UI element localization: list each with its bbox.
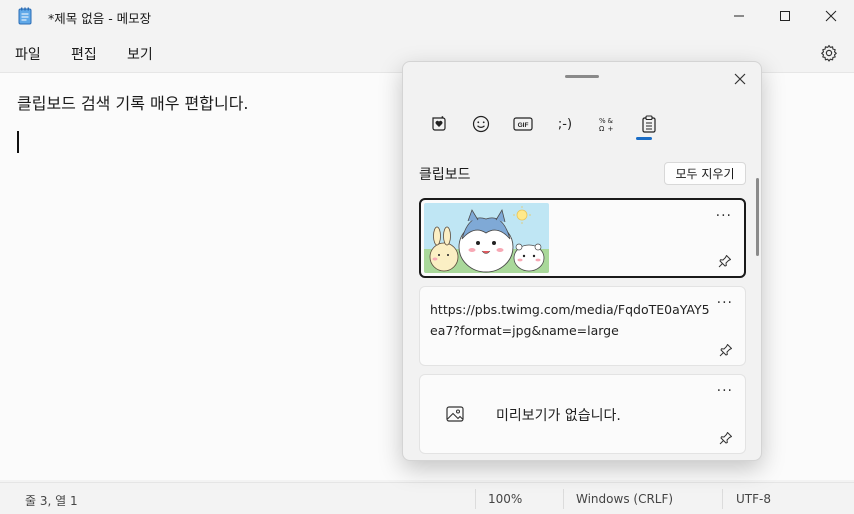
tab-kaomoji[interactable]: ;-)	[549, 110, 581, 138]
item-more-button[interactable]: ···	[717, 383, 733, 399]
drag-handle[interactable]	[565, 75, 599, 78]
status-bar: 줄 3, 열 1 100% Windows (CRLF) UTF-8	[0, 482, 854, 514]
image-placeholder-icon	[446, 406, 464, 422]
scrollbar-thumb[interactable]	[756, 178, 759, 256]
editor-text: 클립보드 검색 기록 매우 편합니다.	[17, 94, 249, 113]
clear-all-button[interactable]: 모두 지우기	[664, 162, 746, 185]
close-icon	[734, 73, 746, 85]
clipboard-image-thumbnail	[424, 203, 549, 273]
clipboard-item-no-preview[interactable]: 미리보기가 없습니다. ···	[419, 374, 746, 454]
panel-close-button[interactable]	[729, 68, 751, 90]
menu-file[interactable]: 파일	[15, 44, 41, 64]
svg-text:&: &	[608, 117, 614, 125]
menu-edit[interactable]: 편집	[71, 44, 97, 64]
tab-emoji[interactable]	[465, 110, 497, 138]
title-bar: *제목 없음 - 메모장	[0, 0, 854, 32]
pin-icon[interactable]	[719, 343, 733, 357]
svg-text:Ω: Ω	[599, 125, 605, 133]
clipboard-item-text[interactable]: https://pbs.twimg.com/media/FqdoTE0aYAY5…	[419, 286, 746, 366]
no-preview-text: 미리보기가 없습니다.	[496, 408, 621, 424]
tab-kaomoji-heart[interactable]	[423, 110, 455, 138]
tab-symbols[interactable]: % & Ω +	[591, 110, 623, 138]
text-caret	[17, 131, 19, 153]
svg-text:%: %	[599, 117, 606, 125]
tab-clipboard[interactable]	[633, 110, 665, 138]
line-ending: Windows (CRLF)	[576, 492, 674, 506]
clipboard-item-image[interactable]: ···	[419, 198, 746, 278]
notepad-app-icon	[18, 7, 32, 25]
section-title: 클립보드	[419, 167, 471, 183]
item-more-button[interactable]: ···	[716, 208, 732, 224]
maximize-button[interactable]	[762, 0, 808, 32]
svg-text:+: +	[608, 125, 614, 133]
maximize-icon	[780, 11, 790, 21]
gif-label: GIF	[518, 122, 529, 129]
gear-icon[interactable]	[820, 44, 838, 62]
symbols-icon: % & Ω +	[599, 117, 614, 133]
clipboard-item-text-content: https://pbs.twimg.com/media/FqdoTE0aYAY5…	[430, 302, 710, 338]
panel-tabs: GIF ;-) % & Ω +	[423, 110, 663, 140]
minimize-button[interactable]	[716, 0, 762, 32]
clipboard-icon	[642, 115, 656, 133]
gif-icon: GIF	[513, 117, 533, 131]
menu-view[interactable]: 보기	[127, 44, 153, 64]
zoom-level: 100%	[488, 492, 523, 506]
tab-gif[interactable]: GIF	[507, 110, 539, 138]
item-more-button[interactable]: ···	[717, 295, 733, 311]
close-button[interactable]	[808, 0, 854, 32]
pin-icon[interactable]	[719, 431, 733, 445]
status-divider	[722, 489, 723, 509]
pin-icon[interactable]	[718, 254, 732, 268]
active-tab-indicator	[636, 137, 652, 140]
window-title: *제목 없음 - 메모장	[48, 11, 152, 26]
cursor-position: 줄 3, 열 1	[25, 494, 78, 508]
encoding: UTF-8	[736, 492, 771, 506]
clipboard-history-panel: GIF ;-) % & Ω + 클립보드 모두 지우기 ··· https://…	[402, 61, 762, 461]
emoji-icon	[472, 115, 490, 133]
status-divider	[563, 489, 564, 509]
minimize-icon	[734, 15, 744, 17]
close-icon	[825, 10, 837, 22]
kaomoji-heart-icon	[432, 116, 446, 131]
status-divider	[475, 489, 476, 509]
